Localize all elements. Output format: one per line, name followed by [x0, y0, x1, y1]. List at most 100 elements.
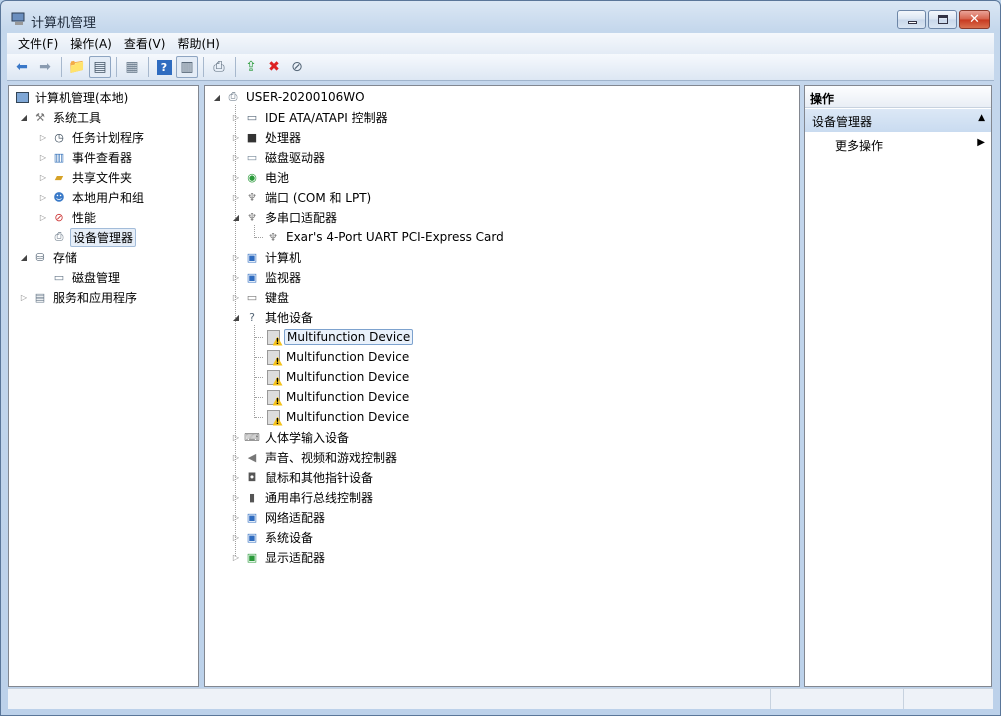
device-item[interactable]: Multifunction Device	[263, 407, 411, 427]
toolbar-separator	[61, 57, 62, 77]
forward-button[interactable]: ➡	[34, 56, 56, 78]
show-hide-action-pane-button[interactable]: ▥	[176, 56, 198, 78]
tree-node-label: 性能	[72, 210, 97, 225]
menu-file[interactable]: 文件(F)	[13, 35, 63, 52]
tree-node-task-scheduler[interactable]: ▷ ◷ 任务计划程序	[37, 127, 146, 147]
minimize-button[interactable]	[897, 10, 926, 29]
submenu-arrow-icon[interactable]: ▶	[977, 137, 985, 148]
collapse-arrow-icon[interactable]: ◢	[211, 93, 223, 102]
device-category-cpu[interactable]: ▷ ■ 处理器	[230, 127, 303, 147]
device-category-battery[interactable]: ▷ ◉ 电池	[230, 167, 291, 187]
device-category-hid[interactable]: ▷ ⌨ 人体学输入设备	[230, 427, 351, 447]
expand-arrow-icon[interactable]: ▷	[230, 473, 242, 482]
expand-arrow-icon[interactable]: ▷	[230, 493, 242, 502]
expand-arrow-icon[interactable]: ▷	[230, 113, 242, 122]
device-item[interactable]: Multifunction Device	[263, 387, 411, 407]
expand-arrow-icon[interactable]: ▷	[230, 193, 242, 202]
collapse-arrow-icon[interactable]: ◢	[230, 213, 242, 222]
expand-arrow-icon[interactable]: ▷	[230, 173, 242, 182]
device-category-usb[interactable]: ▷ ▮ 通用串行总线控制器	[230, 487, 375, 507]
expand-arrow-icon[interactable]: ▷	[230, 553, 242, 562]
expand-arrow-icon[interactable]: ▷	[230, 153, 242, 162]
device-category-disk[interactable]: ▷ ▭ 磁盘驱动器	[230, 147, 327, 167]
actions-header: 操作	[805, 86, 991, 108]
expand-arrow-icon[interactable]: ▷	[18, 293, 30, 302]
expand-arrow-icon[interactable]: ▷	[230, 273, 242, 282]
tree-node-storage[interactable]: ◢ ⛁ 存储	[18, 247, 79, 267]
device-category-network[interactable]: ▷ ▣ 网络适配器	[230, 507, 327, 527]
device-category-mouse[interactable]: ▷ ◘ 鼠标和其他指针设备	[230, 467, 375, 487]
expand-arrow-icon[interactable]: ▷	[230, 133, 242, 142]
expand-arrow-icon[interactable]: ▷	[230, 513, 242, 522]
expand-arrow-icon[interactable]: ▷	[230, 433, 242, 442]
expand-arrow-icon[interactable]: ▷	[230, 533, 242, 542]
tree-node-disk-management[interactable]: ▭ 磁盘管理	[49, 267, 122, 287]
tree-node-root[interactable]: 计算机管理(本地)	[12, 87, 130, 107]
actions-section-device-manager[interactable]: 设备管理器 ▲	[805, 109, 991, 132]
device-tree-panel[interactable]: ◢ ⎙ USER-20200106WO ▷ ▭ IDE ATA/ATAPI 控制…	[204, 85, 800, 687]
more-actions-link[interactable]: 更多操作	[835, 137, 883, 154]
warning-device-icon	[265, 329, 281, 345]
menu-help[interactable]: 帮助(H)	[172, 35, 224, 52]
device-category-sound[interactable]: ▷ ◀ 声音、视频和游戏控制器	[230, 447, 399, 467]
help-button[interactable]: ?	[153, 56, 175, 78]
device-category-keyboard[interactable]: ▷ ▭ 键盘	[230, 287, 291, 307]
scan-hardware-button[interactable]: ⎙	[208, 56, 230, 78]
device-category-monitor[interactable]: ▷ ▣ 监视器	[230, 267, 303, 287]
device-tree-root[interactable]: ◢ ⎙ USER-20200106WO	[211, 87, 367, 107]
expand-arrow-icon[interactable]: ▷	[37, 213, 49, 222]
device-category-display[interactable]: ▷ ▣ 显示适配器	[230, 547, 327, 567]
expand-arrow-icon[interactable]: ▷	[230, 453, 242, 462]
scan-hardware-icon: ⎙	[213, 59, 225, 75]
maximize-button[interactable]	[928, 10, 957, 29]
device-category-ports[interactable]: ▷ ♆ 端口 (COM 和 LPT)	[230, 187, 373, 207]
device-category-other[interactable]: ◢ ? 其他设备	[230, 307, 315, 327]
mouse-icon: ◘	[247, 470, 257, 484]
tree-node-shared-folders[interactable]: ▷ ▰ 共享文件夹	[37, 167, 134, 187]
expand-arrow-icon[interactable]: ▷	[37, 193, 49, 202]
collapse-arrow-icon[interactable]: ◢	[230, 313, 242, 322]
status-bar	[8, 688, 993, 709]
clock-icon: ◷	[54, 130, 64, 144]
show-hide-tree-button[interactable]: ▤	[89, 56, 111, 78]
expand-arrow-icon[interactable]: ▷	[37, 153, 49, 162]
tree-node-label: 端口 (COM 和 LPT)	[265, 190, 372, 205]
collapse-arrow-icon[interactable]: ◢	[18, 253, 30, 262]
collapse-up-icon[interactable]: ▲	[978, 113, 985, 123]
expand-arrow-icon[interactable]: ▷	[37, 133, 49, 142]
expand-arrow-icon[interactable]: ▷	[230, 253, 242, 262]
device-item[interactable]: ♆ Exar's 4-Port UART PCI-Express Card	[263, 227, 506, 247]
expand-arrow-icon[interactable]: ▷	[230, 293, 242, 302]
uninstall-button[interactable]: ✖	[263, 56, 285, 78]
console-tree-panel[interactable]: 计算机管理(本地) ◢ ⚒ 系统工具 ▷ ◷ 任务计划程序 ▷ ▥ 事件查看器 …	[8, 85, 199, 687]
update-driver-button[interactable]: ⇪	[240, 56, 262, 78]
tree-node-device-manager[interactable]: ⎙ 设备管理器	[49, 227, 137, 247]
device-item[interactable]: Multifunction Device	[263, 367, 411, 387]
tree-node-event-viewer[interactable]: ▷ ▥ 事件查看器	[37, 147, 134, 167]
tree-node-local-users[interactable]: ▷ ☻ 本地用户和组	[37, 187, 146, 207]
device-item[interactable]: Multifunction Device	[263, 327, 414, 347]
collapse-arrow-icon[interactable]: ◢	[18, 113, 30, 122]
tree-node-services-apps[interactable]: ▷ ▤ 服务和应用程序	[18, 287, 139, 307]
device-item[interactable]: Multifunction Device	[263, 347, 411, 367]
network-adapter-icon: ▣	[246, 510, 258, 524]
properties-button[interactable]: ▦	[121, 56, 143, 78]
tree-guide-line	[255, 397, 263, 398]
device-category-system[interactable]: ▷ ▣ 系统设备	[230, 527, 315, 547]
up-folder-button[interactable]: 📁	[66, 56, 88, 78]
device-category-ide[interactable]: ▷ ▭ IDE ATA/ATAPI 控制器	[230, 107, 390, 127]
expand-arrow-icon[interactable]: ▷	[37, 173, 49, 182]
users-icon: ☻	[53, 190, 65, 204]
device-category-computer[interactable]: ▷ ▣ 计算机	[230, 247, 303, 267]
menu-action[interactable]: 操作(A)	[65, 35, 117, 52]
close-button[interactable]: ✕	[959, 10, 990, 29]
title-bar[interactable]: 计算机管理 ✕	[1, 1, 1000, 33]
toolbar-separator	[148, 57, 149, 77]
tree-node-performance[interactable]: ▷ ⊘ 性能	[37, 207, 98, 227]
disable-icon: ⊘	[291, 59, 303, 75]
tree-node-system-tools[interactable]: ◢ ⚒ 系统工具	[18, 107, 103, 127]
menu-view[interactable]: 查看(V)	[119, 35, 171, 52]
disable-button[interactable]: ⊘	[286, 56, 308, 78]
device-category-multiport[interactable]: ◢ ♆ 多串口适配器	[230, 207, 339, 227]
back-button[interactable]: ⬅	[11, 56, 33, 78]
